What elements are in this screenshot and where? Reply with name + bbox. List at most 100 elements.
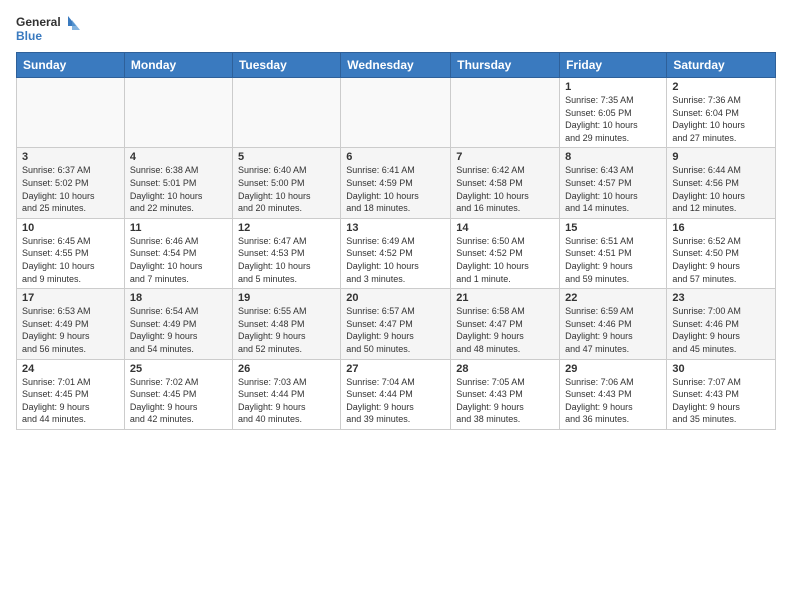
calendar-cell-3-2: 19Sunrise: 6:55 AM Sunset: 4:48 PM Dayli…	[232, 289, 340, 359]
day-info: Sunrise: 7:04 AM Sunset: 4:44 PM Dayligh…	[346, 376, 445, 426]
logo-svg: GeneralBlue	[16, 12, 86, 46]
day-number: 25	[130, 363, 227, 375]
calendar-cell-3-3: 20Sunrise: 6:57 AM Sunset: 4:47 PM Dayli…	[341, 289, 451, 359]
week-row-4: 24Sunrise: 7:01 AM Sunset: 4:45 PM Dayli…	[17, 359, 776, 429]
calendar-cell-0-6: 2Sunrise: 7:36 AM Sunset: 6:04 PM Daylig…	[667, 78, 776, 148]
day-info: Sunrise: 6:47 AM Sunset: 4:53 PM Dayligh…	[238, 235, 335, 285]
calendar-cell-4-6: 30Sunrise: 7:07 AM Sunset: 4:43 PM Dayli…	[667, 359, 776, 429]
calendar-cell-0-5: 1Sunrise: 7:35 AM Sunset: 6:05 PM Daylig…	[560, 78, 667, 148]
day-info: Sunrise: 6:57 AM Sunset: 4:47 PM Dayligh…	[346, 305, 445, 355]
day-info: Sunrise: 6:45 AM Sunset: 4:55 PM Dayligh…	[22, 235, 119, 285]
day-info: Sunrise: 7:02 AM Sunset: 4:45 PM Dayligh…	[130, 376, 227, 426]
logo: GeneralBlue	[16, 12, 86, 46]
calendar-cell-2-2: 12Sunrise: 6:47 AM Sunset: 4:53 PM Dayli…	[232, 218, 340, 288]
day-info: Sunrise: 6:44 AM Sunset: 4:56 PM Dayligh…	[672, 164, 770, 214]
calendar-cell-1-2: 5Sunrise: 6:40 AM Sunset: 5:00 PM Daylig…	[232, 148, 340, 218]
day-number: 5	[238, 151, 335, 163]
header: GeneralBlue	[16, 12, 776, 46]
day-info: Sunrise: 7:35 AM Sunset: 6:05 PM Dayligh…	[565, 94, 661, 144]
day-number: 17	[22, 292, 119, 304]
day-header-wednesday: Wednesday	[341, 53, 451, 78]
calendar-cell-2-6: 16Sunrise: 6:52 AM Sunset: 4:50 PM Dayli…	[667, 218, 776, 288]
calendar-cell-3-4: 21Sunrise: 6:58 AM Sunset: 4:47 PM Dayli…	[451, 289, 560, 359]
week-row-0: 1Sunrise: 7:35 AM Sunset: 6:05 PM Daylig…	[17, 78, 776, 148]
day-number: 30	[672, 363, 770, 375]
day-number: 8	[565, 151, 661, 163]
day-info: Sunrise: 7:03 AM Sunset: 4:44 PM Dayligh…	[238, 376, 335, 426]
day-number: 3	[22, 151, 119, 163]
day-info: Sunrise: 7:36 AM Sunset: 6:04 PM Dayligh…	[672, 94, 770, 144]
calendar-cell-1-1: 4Sunrise: 6:38 AM Sunset: 5:01 PM Daylig…	[124, 148, 232, 218]
day-info: Sunrise: 6:54 AM Sunset: 4:49 PM Dayligh…	[130, 305, 227, 355]
day-info: Sunrise: 6:58 AM Sunset: 4:47 PM Dayligh…	[456, 305, 554, 355]
day-number: 22	[565, 292, 661, 304]
day-number: 10	[22, 222, 119, 234]
day-info: Sunrise: 7:05 AM Sunset: 4:43 PM Dayligh…	[456, 376, 554, 426]
calendar-cell-2-0: 10Sunrise: 6:45 AM Sunset: 4:55 PM Dayli…	[17, 218, 125, 288]
day-number: 23	[672, 292, 770, 304]
day-number: 11	[130, 222, 227, 234]
day-info: Sunrise: 6:52 AM Sunset: 4:50 PM Dayligh…	[672, 235, 770, 285]
calendar-cell-0-2	[232, 78, 340, 148]
day-number: 14	[456, 222, 554, 234]
day-header-sunday: Sunday	[17, 53, 125, 78]
day-number: 18	[130, 292, 227, 304]
day-number: 24	[22, 363, 119, 375]
day-info: Sunrise: 7:06 AM Sunset: 4:43 PM Dayligh…	[565, 376, 661, 426]
calendar-cell-3-1: 18Sunrise: 6:54 AM Sunset: 4:49 PM Dayli…	[124, 289, 232, 359]
week-row-3: 17Sunrise: 6:53 AM Sunset: 4:49 PM Dayli…	[17, 289, 776, 359]
day-number: 15	[565, 222, 661, 234]
day-header-saturday: Saturday	[667, 53, 776, 78]
day-number: 29	[565, 363, 661, 375]
calendar-cell-4-0: 24Sunrise: 7:01 AM Sunset: 4:45 PM Dayli…	[17, 359, 125, 429]
calendar-cell-2-1: 11Sunrise: 6:46 AM Sunset: 4:54 PM Dayli…	[124, 218, 232, 288]
day-number: 21	[456, 292, 554, 304]
page: GeneralBlue SundayMondayTuesdayWednesday…	[0, 0, 792, 438]
day-number: 16	[672, 222, 770, 234]
calendar-cell-4-3: 27Sunrise: 7:04 AM Sunset: 4:44 PM Dayli…	[341, 359, 451, 429]
calendar-cell-2-5: 15Sunrise: 6:51 AM Sunset: 4:51 PM Dayli…	[560, 218, 667, 288]
day-info: Sunrise: 6:40 AM Sunset: 5:00 PM Dayligh…	[238, 164, 335, 214]
svg-text:General: General	[16, 15, 61, 29]
day-info: Sunrise: 6:43 AM Sunset: 4:57 PM Dayligh…	[565, 164, 661, 214]
day-info: Sunrise: 6:51 AM Sunset: 4:51 PM Dayligh…	[565, 235, 661, 285]
day-info: Sunrise: 6:55 AM Sunset: 4:48 PM Dayligh…	[238, 305, 335, 355]
calendar-cell-3-6: 23Sunrise: 7:00 AM Sunset: 4:46 PM Dayli…	[667, 289, 776, 359]
calendar-cell-1-0: 3Sunrise: 6:37 AM Sunset: 5:02 PM Daylig…	[17, 148, 125, 218]
day-number: 6	[346, 151, 445, 163]
day-header-friday: Friday	[560, 53, 667, 78]
day-info: Sunrise: 7:07 AM Sunset: 4:43 PM Dayligh…	[672, 376, 770, 426]
day-info: Sunrise: 6:50 AM Sunset: 4:52 PM Dayligh…	[456, 235, 554, 285]
day-number: 12	[238, 222, 335, 234]
week-row-1: 3Sunrise: 6:37 AM Sunset: 5:02 PM Daylig…	[17, 148, 776, 218]
calendar-cell-3-5: 22Sunrise: 6:59 AM Sunset: 4:46 PM Dayli…	[560, 289, 667, 359]
calendar-cell-3-0: 17Sunrise: 6:53 AM Sunset: 4:49 PM Dayli…	[17, 289, 125, 359]
day-number: 13	[346, 222, 445, 234]
day-number: 7	[456, 151, 554, 163]
day-info: Sunrise: 6:53 AM Sunset: 4:49 PM Dayligh…	[22, 305, 119, 355]
calendar-cell-4-4: 28Sunrise: 7:05 AM Sunset: 4:43 PM Dayli…	[451, 359, 560, 429]
day-info: Sunrise: 6:59 AM Sunset: 4:46 PM Dayligh…	[565, 305, 661, 355]
calendar-cell-0-3	[341, 78, 451, 148]
calendar-cell-4-5: 29Sunrise: 7:06 AM Sunset: 4:43 PM Dayli…	[560, 359, 667, 429]
week-row-2: 10Sunrise: 6:45 AM Sunset: 4:55 PM Dayli…	[17, 218, 776, 288]
day-info: Sunrise: 6:42 AM Sunset: 4:58 PM Dayligh…	[456, 164, 554, 214]
day-number: 19	[238, 292, 335, 304]
day-info: Sunrise: 6:49 AM Sunset: 4:52 PM Dayligh…	[346, 235, 445, 285]
day-info: Sunrise: 7:00 AM Sunset: 4:46 PM Dayligh…	[672, 305, 770, 355]
calendar-cell-1-3: 6Sunrise: 6:41 AM Sunset: 4:59 PM Daylig…	[341, 148, 451, 218]
day-number: 20	[346, 292, 445, 304]
day-number: 9	[672, 151, 770, 163]
day-info: Sunrise: 6:38 AM Sunset: 5:01 PM Dayligh…	[130, 164, 227, 214]
calendar-cell-0-4	[451, 78, 560, 148]
day-header-tuesday: Tuesday	[232, 53, 340, 78]
svg-text:Blue: Blue	[16, 29, 42, 43]
day-header-row: SundayMondayTuesdayWednesdayThursdayFrid…	[17, 53, 776, 78]
day-info: Sunrise: 7:01 AM Sunset: 4:45 PM Dayligh…	[22, 376, 119, 426]
calendar-cell-1-4: 7Sunrise: 6:42 AM Sunset: 4:58 PM Daylig…	[451, 148, 560, 218]
calendar-cell-2-4: 14Sunrise: 6:50 AM Sunset: 4:52 PM Dayli…	[451, 218, 560, 288]
day-number: 26	[238, 363, 335, 375]
day-header-monday: Monday	[124, 53, 232, 78]
day-info: Sunrise: 6:41 AM Sunset: 4:59 PM Dayligh…	[346, 164, 445, 214]
day-number: 27	[346, 363, 445, 375]
